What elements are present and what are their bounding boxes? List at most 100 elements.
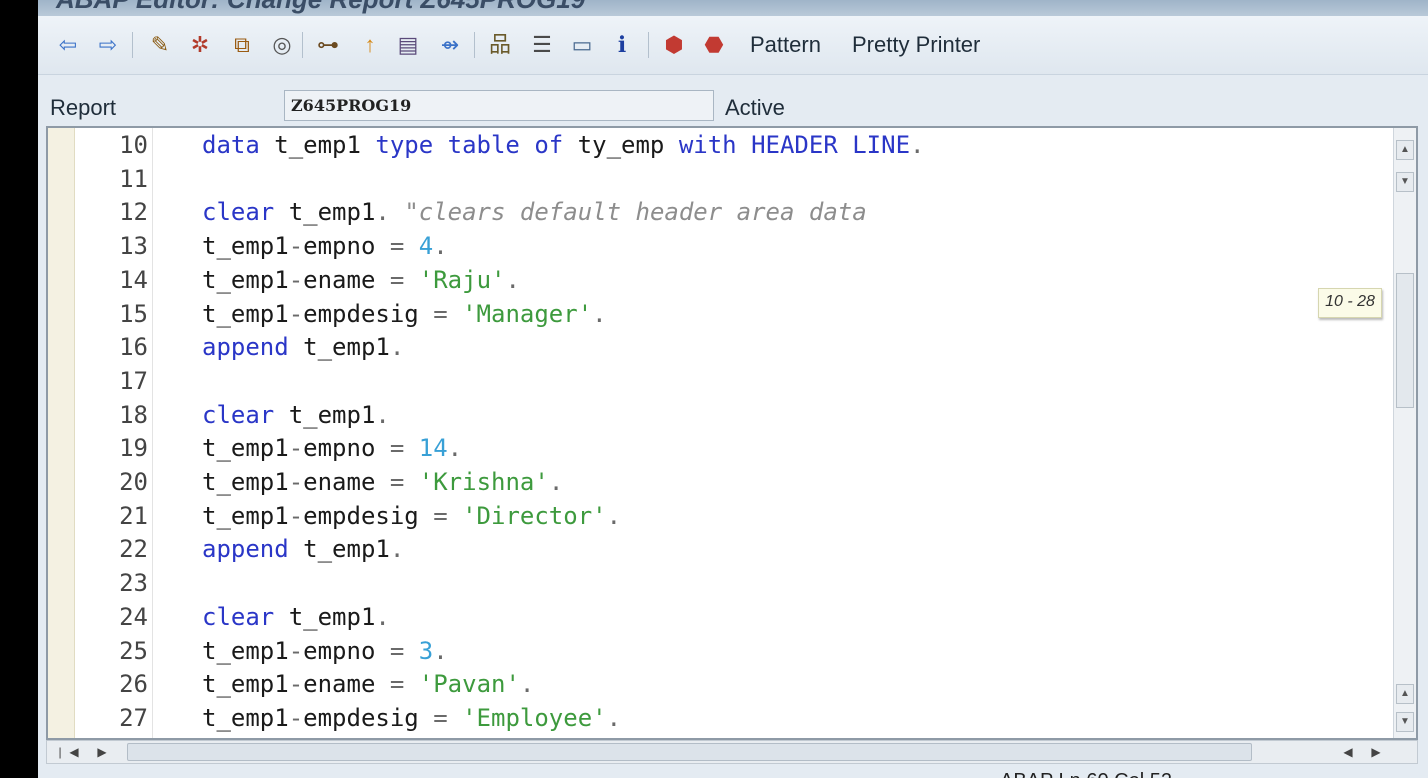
breakpoint-icon[interactable]: ⬢	[660, 31, 688, 59]
info-icon[interactable]: ℹ	[608, 31, 636, 59]
code-token: clear	[202, 602, 275, 631]
vertical-scroll-thumb[interactable]	[1396, 273, 1414, 408]
line-number: 16	[119, 333, 148, 362]
code-editor[interactable]: 10 data t_emp1 type table of ty_emp with …	[46, 126, 1418, 740]
line-number: 14	[119, 265, 148, 294]
where-used-icon[interactable]: ↑	[356, 31, 384, 59]
code-token: "clears default header area data	[404, 198, 867, 227]
line-number-separator	[152, 128, 153, 738]
external-breakpoint-icon[interactable]: ⬣	[700, 31, 728, 59]
code-token: =	[389, 670, 419, 699]
code-text: t_emp1-empdesig = 'Manager'.	[202, 297, 607, 331]
toolbar-separator	[302, 32, 303, 58]
code-text: t_emp1-empno = 4.	[202, 229, 448, 263]
line-number: 24	[119, 602, 148, 631]
line-number: 17	[119, 366, 148, 395]
scroll-right-end-icon[interactable]: ▶	[1367, 744, 1385, 760]
code-text: clear t_emp1.	[202, 600, 390, 634]
toolbar-separator	[648, 32, 649, 58]
fullscreen-icon[interactable]: ▭	[568, 31, 596, 59]
code-token: -	[288, 501, 304, 530]
code-token: .	[375, 602, 390, 631]
code-token: ename	[303, 265, 390, 294]
scroll-left-end-icon[interactable]: ◀	[1339, 744, 1357, 760]
code-token: 3	[418, 636, 434, 665]
program-status: Active	[725, 95, 785, 120]
toolbar-separator	[474, 32, 475, 58]
application-toolbar: Pattern Pretty Printer ⇦ ⇨ ✎ ✲ ⧉ ◎ ⊶ ↑ ▤ ⇴ 品 ☰ ▭ ℹ ⬢ ⬣	[38, 16, 1428, 75]
horizontal-scrollbar[interactable]: | ◀ ▶ ◀ ▶	[46, 740, 1418, 764]
hierarchy-icon[interactable]: 品	[486, 31, 514, 59]
code-token: 4	[418, 232, 434, 261]
code-token: .	[375, 400, 390, 429]
activate-icon[interactable]: ◎	[268, 31, 296, 59]
code-token: 'Employee'	[462, 703, 607, 732]
code-token: t_emp1	[288, 535, 390, 564]
horizontal-scroll-thumb[interactable]	[127, 743, 1252, 761]
code-token: 'Raju'	[418, 265, 506, 294]
line-number: 10	[119, 131, 148, 159]
code-token: .	[433, 636, 448, 665]
back-arrow-icon[interactable]: ⇦	[54, 31, 82, 59]
code-token: =	[433, 703, 463, 732]
status-bar: ABAP Ln 60 Col 52	[38, 764, 1428, 778]
code-token: -	[288, 232, 304, 261]
scroll-right-icon[interactable]: ▶	[93, 744, 111, 760]
code-token: t_emp1	[274, 400, 376, 429]
code-token: ename	[303, 468, 390, 496]
line-number: 21	[119, 501, 148, 530]
title-bar: ABAP Editor: Change Report Z645PROG19	[38, 0, 1428, 16]
code-token: .	[606, 703, 622, 732]
code-token: -	[288, 468, 304, 496]
code-token: =	[433, 501, 463, 530]
code-token: =	[389, 434, 419, 463]
code-text: t_emp1-empno = 14.	[202, 431, 462, 465]
code-text: append t_emp1.	[202, 532, 404, 566]
code-token: t_emp1	[202, 703, 289, 732]
line-number: 12	[119, 198, 148, 227]
code-text: t_emp1-ename = 'Raju'.	[202, 263, 520, 297]
page-up-icon[interactable]: ▲	[1396, 684, 1414, 704]
pretty-printer-button[interactable]: Pretty Printer	[852, 32, 980, 58]
code-token: t_emp1	[202, 670, 289, 699]
code-token: .	[389, 535, 405, 564]
scroll-down-icon[interactable]: ▼	[1396, 172, 1414, 192]
pattern-button[interactable]: Pattern	[750, 32, 821, 58]
code-token: .	[548, 468, 564, 496]
code-token: =	[389, 232, 419, 261]
program-info-bar: Report Z645PROG19 Active	[38, 75, 1428, 127]
stack-icon[interactable]: ☰	[528, 31, 556, 59]
page-down-icon[interactable]: ▼	[1396, 712, 1414, 732]
check-icon[interactable]: ⧉	[228, 31, 256, 59]
code-token: -	[288, 265, 304, 294]
program-name-field[interactable]: Z645PROG19	[284, 90, 714, 121]
code-token: 'Pavan'	[418, 670, 520, 699]
display-change-icon[interactable]: ✎	[146, 31, 174, 59]
code-token: t_emp1	[202, 232, 289, 261]
other-object-icon[interactable]: ✲	[186, 31, 214, 59]
code-token: -	[288, 299, 304, 328]
code-token: clear	[202, 400, 275, 429]
code-token: with HEADER LINE	[678, 131, 911, 159]
code-text: clear t_emp1.	[202, 398, 390, 432]
line-number: 27	[119, 703, 148, 732]
code-token: empno	[303, 434, 390, 463]
code-token: empdesig	[303, 703, 434, 732]
navigation-window-icon[interactable]: ⇴	[436, 31, 464, 59]
code-text: clear t_emp1. "clears default header are…	[202, 195, 867, 229]
test-icon[interactable]: ⊶	[314, 31, 342, 59]
report-label: Report	[50, 95, 117, 120]
line-number: 15	[119, 299, 148, 328]
code-token: .	[519, 670, 535, 699]
code-token: =	[389, 265, 419, 294]
code-token: .	[389, 333, 405, 362]
line-number: 25	[119, 636, 148, 665]
forward-arrow-icon[interactable]: ⇨	[94, 31, 122, 59]
scroll-up-icon[interactable]: ▲	[1396, 140, 1414, 160]
code-token: -	[288, 703, 304, 732]
code-token: append	[202, 333, 289, 362]
object-list-icon[interactable]: ▤	[394, 31, 422, 59]
vertical-scrollbar[interactable]: ▲ ▼ ▲ ▼	[1393, 128, 1416, 738]
scroll-left-icon[interactable]: ◀	[65, 744, 83, 760]
code-token: t_emp1	[202, 434, 289, 463]
